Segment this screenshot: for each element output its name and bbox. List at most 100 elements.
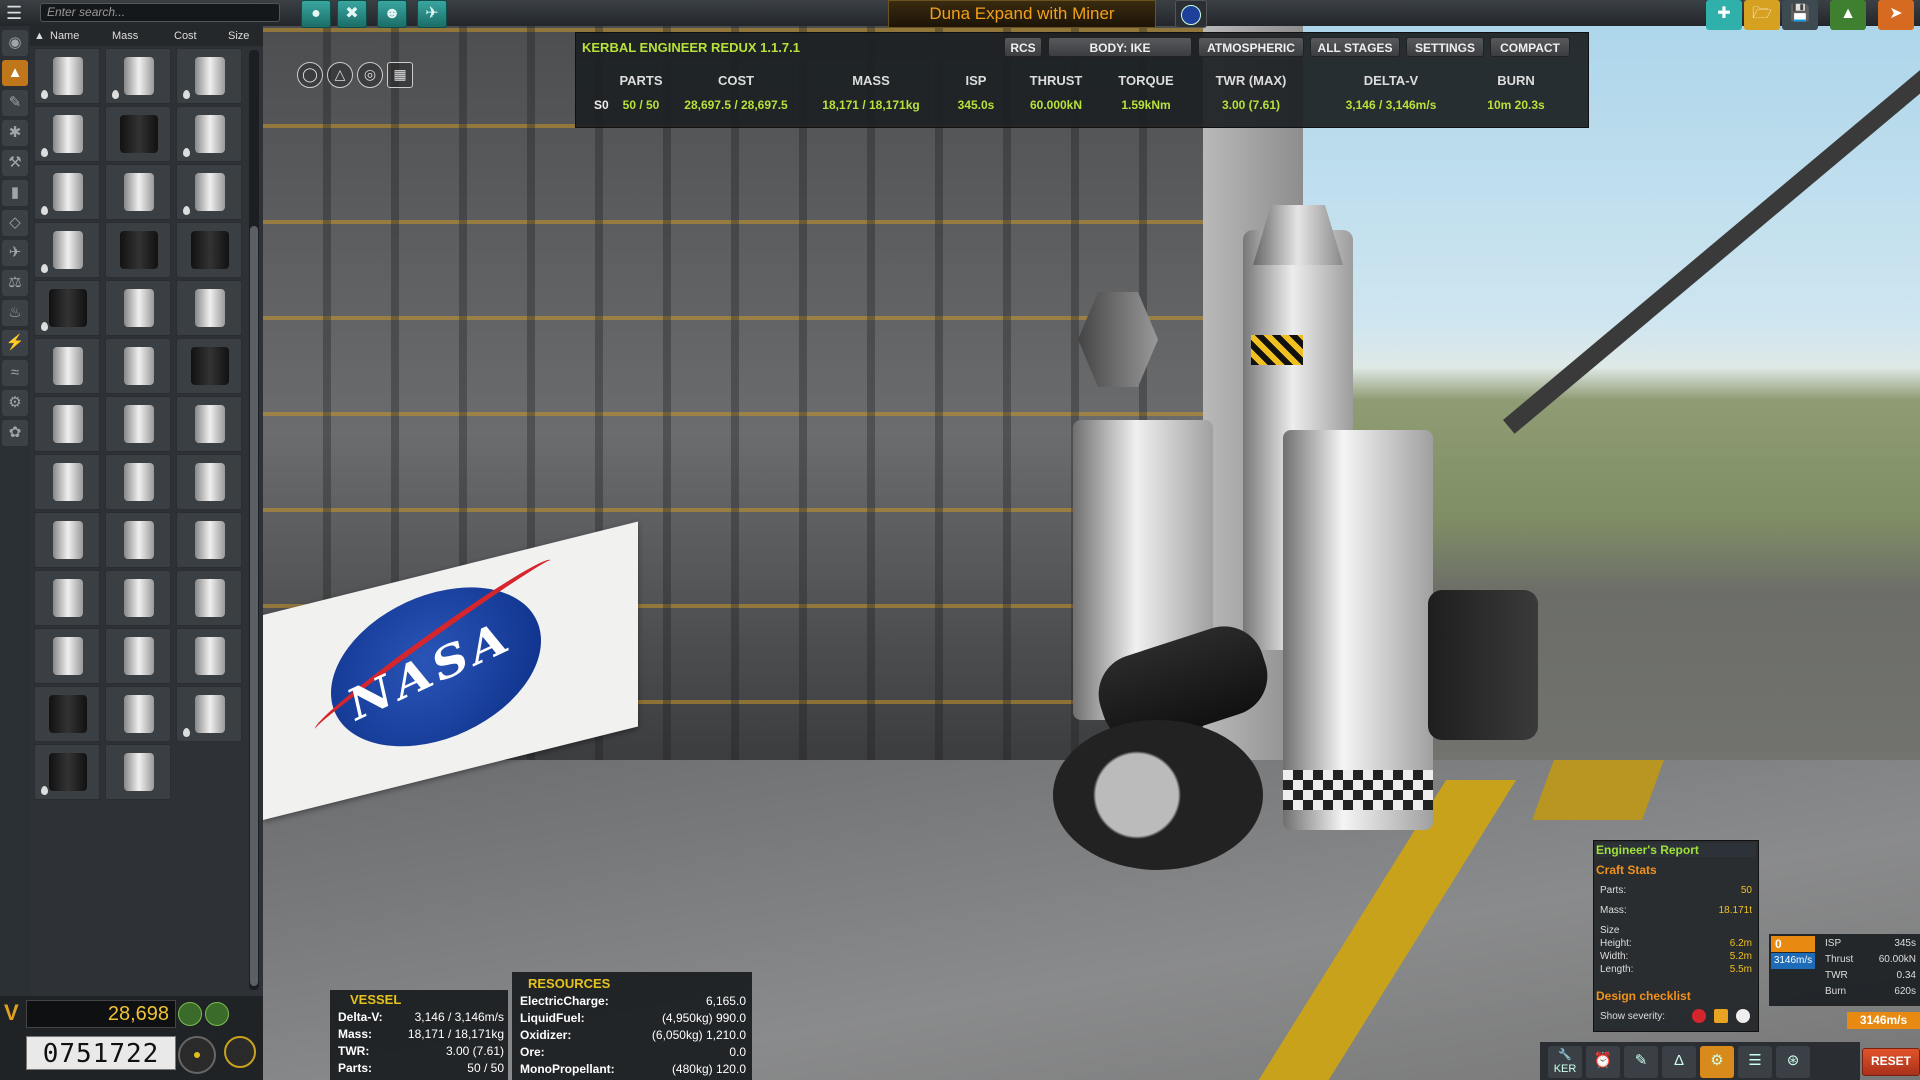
globe-icon[interactable]: ◎ xyxy=(357,62,383,88)
part-thumbnail[interactable] xyxy=(105,48,171,104)
part-thumbnail[interactable] xyxy=(34,164,100,220)
part-thumbnail[interactable] xyxy=(34,280,100,336)
part-thumbnail[interactable] xyxy=(105,512,171,568)
part-thumbnail[interactable] xyxy=(105,280,171,336)
part-thumbnail[interactable] xyxy=(105,338,171,394)
center-of-mass-icon[interactable]: ◯ xyxy=(297,62,323,88)
rocket-radial-tank[interactable] xyxy=(1428,590,1538,740)
part-thumbnail[interactable] xyxy=(105,686,171,742)
kerbal-icon[interactable]: ● xyxy=(301,0,331,28)
part-thumbnail[interactable] xyxy=(176,570,242,626)
part-thumbnail[interactable] xyxy=(105,222,171,278)
part-thumbnail[interactable] xyxy=(34,686,100,742)
control-icon[interactable]: ✱ xyxy=(2,120,28,146)
part-thumbnail[interactable] xyxy=(34,512,100,568)
rcs-button[interactable]: RCS xyxy=(1004,37,1042,57)
craft-name-field[interactable]: Duna Expand with Miner xyxy=(888,0,1156,28)
part-thumbnail[interactable] xyxy=(34,454,100,510)
part-thumbnail[interactable] xyxy=(34,48,100,104)
gauge-icon[interactable] xyxy=(178,1036,216,1074)
part-thumbnail[interactable] xyxy=(176,396,242,452)
warning-severity-icon[interactable] xyxy=(1714,1009,1728,1023)
launch-icon[interactable]: ▲ xyxy=(1830,0,1866,30)
communication-icon[interactable]: ⚡ xyxy=(2,330,28,356)
part-thumbnail[interactable] xyxy=(176,106,242,162)
search-input[interactable]: Enter search... xyxy=(40,3,280,22)
part-thumbnail[interactable] xyxy=(176,222,242,278)
commnet-icon[interactable]: ⊛ xyxy=(1776,1046,1810,1078)
part-thumbnail[interactable] xyxy=(176,628,242,684)
atmospheric-button[interactable]: ATMOSPHERIC xyxy=(1198,37,1304,57)
settings-button[interactable]: SETTINGS xyxy=(1406,37,1484,57)
hamburger-menu-icon[interactable]: ☰ xyxy=(6,3,32,23)
craft-stats-header[interactable]: Craft Stats xyxy=(1596,863,1657,877)
part-thumbnail[interactable] xyxy=(34,222,100,278)
gear-icon[interactable] xyxy=(224,1036,256,1068)
exit-icon[interactable]: ➤ xyxy=(1878,0,1914,30)
thermal-icon[interactable]: ♨ xyxy=(2,300,28,326)
sort-name[interactable]: Name xyxy=(50,30,79,42)
part-thumbnail[interactable] xyxy=(176,164,242,220)
part-thumbnail[interactable] xyxy=(176,280,242,336)
reset-button[interactable]: RESET xyxy=(1862,1048,1920,1076)
ker-icon[interactable]: 🔧 KER xyxy=(1548,1046,1582,1078)
wrench-crossed-icon[interactable]: ✖ xyxy=(337,0,367,28)
part-thumbnail[interactable] xyxy=(34,106,100,162)
new-craft-icon[interactable]: ✚ xyxy=(1706,0,1742,30)
part-thumbnail[interactable] xyxy=(105,396,171,452)
aero-icon[interactable]: ▮ xyxy=(2,180,28,206)
info-severity-icon[interactable] xyxy=(1736,1009,1750,1023)
load-craft-icon[interactable]: 🗁 xyxy=(1744,0,1780,30)
coupling-icon[interactable]: ⚙ xyxy=(2,390,28,416)
fuel-icon[interactable]: ▲ xyxy=(2,60,28,86)
part-thumbnail[interactable] xyxy=(105,454,171,510)
part-thumbnail[interactable] xyxy=(176,48,242,104)
part-thumbnail[interactable] xyxy=(34,744,100,800)
utility-icon[interactable]: ◇ xyxy=(2,210,28,236)
engineers-report[interactable]: Engineer's Report Craft Stats Parts: 50 … xyxy=(1593,840,1759,1032)
save-craft-icon[interactable]: 💾 xyxy=(1782,0,1818,30)
kerbal-alarm-icon[interactable]: ✎ xyxy=(1624,1046,1658,1078)
sort-size[interactable]: Size xyxy=(228,30,249,42)
critical-severity-icon[interactable] xyxy=(1692,1009,1706,1023)
engineers-report-title[interactable]: Engineer's Report xyxy=(1596,843,1756,857)
reputation-icon[interactable] xyxy=(205,1002,229,1026)
part-thumbnail[interactable] xyxy=(34,570,100,626)
ground-icon[interactable]: ≈ xyxy=(2,360,28,386)
engineers-report-icon[interactable]: ⚙ xyxy=(1700,1046,1734,1078)
part-thumbnail[interactable] xyxy=(105,628,171,684)
part-thumbnail[interactable] xyxy=(105,164,171,220)
electrical-icon[interactable]: ⚖ xyxy=(2,270,28,296)
sort-cost[interactable]: Cost xyxy=(174,30,197,42)
part-thumbnail[interactable] xyxy=(34,338,100,394)
payload-icon[interactable]: ✿ xyxy=(2,420,28,446)
plane-icon[interactable]: ✈ xyxy=(417,0,447,28)
part-thumbnail[interactable] xyxy=(34,396,100,452)
design-checklist-header[interactable]: Design checklist xyxy=(1596,989,1691,1003)
scrollbar-thumb[interactable] xyxy=(250,226,258,986)
sort-mass[interactable]: Mass xyxy=(112,30,138,42)
part-thumbnail[interactable] xyxy=(105,570,171,626)
part-thumbnail[interactable] xyxy=(34,628,100,684)
all-stages-button[interactable]: ALL STAGES xyxy=(1310,37,1400,57)
flag-button[interactable] xyxy=(1175,0,1207,28)
alarm-clock-icon[interactable]: ⏰ xyxy=(1586,1046,1620,1078)
part-thumbnail[interactable] xyxy=(105,744,171,800)
delta-v-icon[interactable]: Δ xyxy=(1662,1046,1696,1078)
checklist-icon[interactable]: ☰ xyxy=(1738,1046,1772,1078)
structural-icon[interactable]: ⚒ xyxy=(2,150,28,176)
part-thumbnail[interactable] xyxy=(176,686,242,742)
rocket-drill-assembly[interactable] xyxy=(1053,720,1263,870)
compact-button[interactable]: COMPACT xyxy=(1490,37,1570,57)
astronaut-icon[interactable]: ☻ xyxy=(377,0,407,28)
stage-dv-readout[interactable]: 0 3146m/s ISP 345s Thrust 60.00kN TWR 0.… xyxy=(1769,934,1920,1006)
center-of-thrust-icon[interactable]: △ xyxy=(327,62,353,88)
part-thumbnail[interactable] xyxy=(105,106,171,162)
part-thumbnail[interactable] xyxy=(176,512,242,568)
science-icon[interactable]: ✈ xyxy=(2,240,28,266)
engine-icon[interactable]: ✎ xyxy=(2,90,28,116)
body-button[interactable]: BODY: IKE xyxy=(1048,37,1192,57)
sort-arrow-icon[interactable]: ▲ xyxy=(34,30,45,42)
symmetry-icon[interactable]: ▦ xyxy=(387,62,413,88)
ker-window[interactable]: KERBAL ENGINEER REDUX 1.1.7.1 RCS BODY: … xyxy=(575,32,1589,128)
